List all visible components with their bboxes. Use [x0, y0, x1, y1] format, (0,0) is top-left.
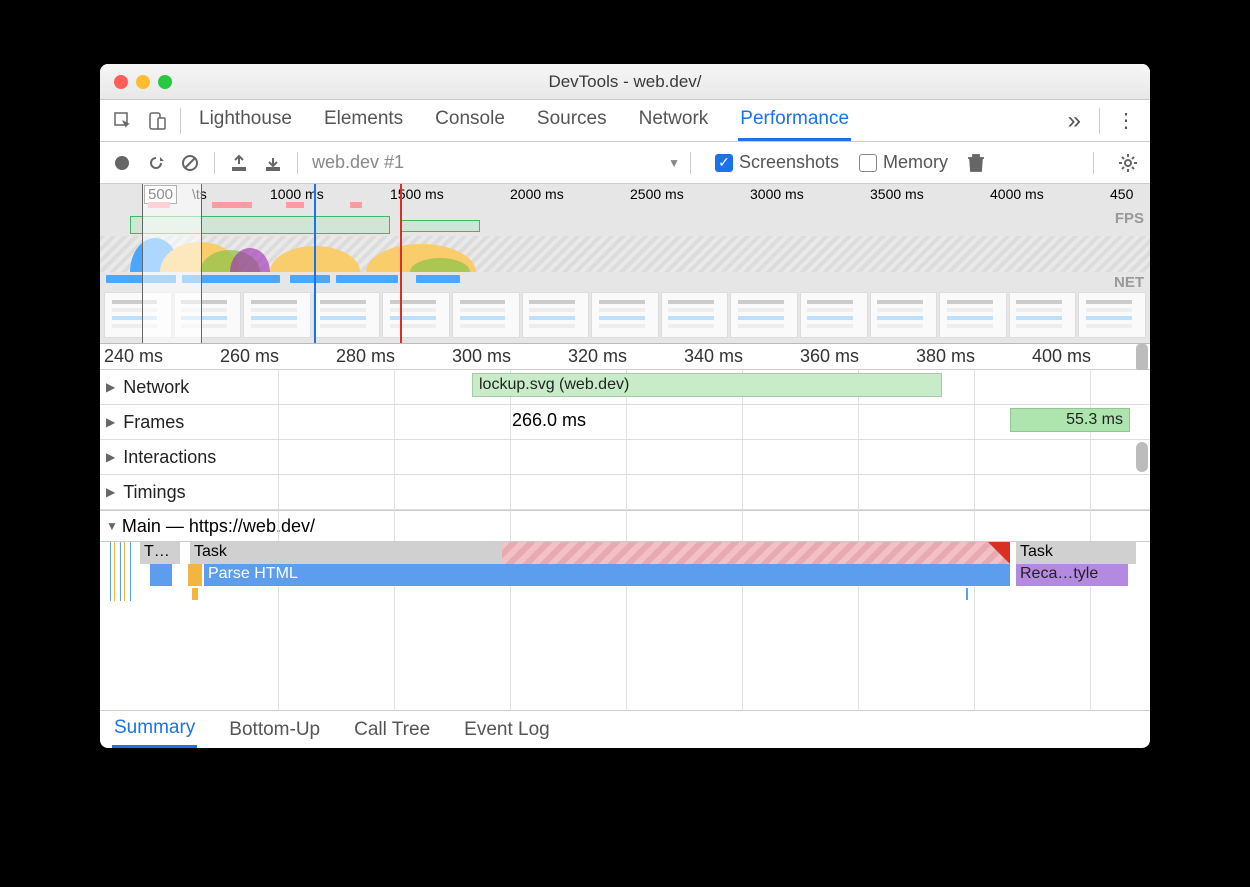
frames-track[interactable]: Frames 266.0 ms 55.3 ms — [100, 405, 1150, 440]
screenshot-filmstrip[interactable] — [104, 292, 1146, 338]
divider — [180, 108, 181, 134]
scrollbar-thumb[interactable] — [1136, 442, 1148, 472]
ruler-tick: 280 ms — [336, 346, 395, 367]
tab-lighthouse[interactable]: Lighthouse — [197, 100, 294, 141]
tab-bottom-up[interactable]: Bottom-Up — [227, 713, 322, 747]
divider — [214, 152, 215, 174]
overview-pane[interactable]: 500 \ts 1000 ms 1500 ms 2000 ms 2500 ms … — [100, 184, 1150, 344]
overview-tick: 2500 ms — [630, 186, 684, 202]
recording-name: web.dev #1 — [312, 152, 404, 173]
checkbox-checked-icon: ✓ — [715, 154, 733, 172]
delete-profile-icon[interactable] — [962, 149, 990, 177]
ruler-tick: 380 ms — [916, 346, 975, 367]
overview-tick: 450 — [1110, 186, 1133, 202]
tab-call-tree[interactable]: Call Tree — [352, 713, 432, 747]
track-label: Frames — [123, 412, 184, 433]
ruler-tick: 300 ms — [452, 346, 511, 367]
task[interactable]: Task — [1016, 542, 1136, 564]
long-task[interactable]: Task — [190, 542, 1010, 564]
overview-tick: 1500 ms — [390, 186, 444, 202]
clear-button[interactable] — [176, 149, 204, 177]
overview-tick: 4000 ms — [990, 186, 1044, 202]
tab-event-log[interactable]: Event Log — [462, 713, 552, 747]
capture-settings-icon[interactable] — [1114, 149, 1142, 177]
record-button[interactable] — [108, 149, 136, 177]
ruler-tick: 340 ms — [684, 346, 743, 367]
dropdown-icon: ▼ — [668, 156, 680, 170]
flamechart-area[interactable]: Network lockup.svg (web.dev) Frames 266.… — [100, 370, 1150, 710]
track-label: Network — [123, 377, 189, 398]
devtools-window: DevTools - web.dev/ Lighthouse Elements … — [100, 64, 1150, 748]
scrollbar-thumb[interactable] — [1136, 343, 1148, 373]
ruler-tick: 400 ms — [1032, 346, 1091, 367]
cpu-chart — [100, 236, 1150, 272]
network-event[interactable]: lockup.svg (web.dev) — [472, 373, 942, 397]
fps-line — [100, 214, 1150, 236]
inspect-element-icon[interactable] — [106, 104, 140, 138]
divider — [297, 152, 298, 174]
parse-html[interactable]: Parse HTML — [204, 564, 1010, 586]
overview-tick: 3000 ms — [750, 186, 804, 202]
task[interactable]: T… — [140, 542, 180, 564]
divider — [1093, 152, 1094, 174]
settings-menu-icon[interactable]: ⋮ — [1106, 108, 1144, 133]
track-label: Interactions — [123, 447, 216, 468]
track-label: Main — https://web.dev/ — [122, 516, 315, 537]
main-flamechart[interactable]: T… Task Task Parse HTML Reca…tyle — [100, 541, 1150, 601]
tab-elements[interactable]: Elements — [322, 100, 405, 141]
details-tabbar: Summary Bottom-Up Call Tree Event Log — [100, 710, 1150, 748]
memory-checkbox[interactable]: Memory — [859, 152, 948, 173]
frame-block[interactable]: 55.3 ms — [1010, 408, 1130, 432]
divider — [1099, 108, 1100, 134]
device-toolbar-icon[interactable] — [140, 104, 174, 138]
detail-ruler[interactable]: 240 ms 260 ms 280 ms 300 ms 320 ms 340 m… — [100, 344, 1150, 370]
interactions-track[interactable]: Interactions — [100, 440, 1150, 475]
ruler-tick: 320 ms — [568, 346, 627, 367]
reload-record-button[interactable] — [142, 149, 170, 177]
load-profile-icon[interactable] — [225, 149, 253, 177]
performance-toolbar: web.dev #1 ▼ ✓ Screenshots Memory — [100, 142, 1150, 184]
script-block[interactable] — [150, 564, 172, 586]
divider — [690, 152, 691, 174]
script-block[interactable] — [188, 564, 202, 586]
panel-tabbar: Lighthouse Elements Console Sources Netw… — [100, 100, 1150, 142]
ruler-tick: 360 ms — [800, 346, 859, 367]
ruler-tick: 240 ms — [104, 346, 163, 367]
main-thread-track[interactable]: Main — https://web.dev/ T… Task Task Par… — [100, 510, 1150, 601]
tab-console[interactable]: Console — [433, 100, 507, 141]
checkbox-unchecked-icon — [859, 154, 877, 172]
frame-duration: 266.0 ms — [512, 410, 586, 431]
recalc-style[interactable]: Reca…tyle — [1016, 564, 1128, 586]
screenshots-label: Screenshots — [739, 152, 839, 173]
overview-tick: 2000 ms — [510, 186, 564, 202]
save-profile-icon[interactable] — [259, 149, 287, 177]
more-tabs-icon[interactable]: » — [1056, 107, 1093, 135]
fps-bars — [100, 202, 1150, 208]
screenshots-checkbox[interactable]: ✓ Screenshots — [715, 152, 839, 173]
network-track[interactable]: Network lockup.svg (web.dev) — [100, 370, 1150, 405]
window-title: DevTools - web.dev/ — [100, 72, 1150, 92]
tab-summary[interactable]: Summary — [112, 711, 197, 748]
marker-line — [314, 184, 316, 343]
marker-line — [400, 184, 402, 343]
overview-tick: 3500 ms — [870, 186, 924, 202]
ruler-tick: 260 ms — [220, 346, 279, 367]
tab-sources[interactable]: Sources — [535, 100, 609, 141]
overview-selection-window[interactable] — [142, 184, 202, 343]
recording-selector[interactable]: web.dev #1 ▼ — [312, 152, 680, 173]
titlebar: DevTools - web.dev/ — [100, 64, 1150, 100]
net-bars — [100, 274, 1150, 284]
tab-network[interactable]: Network — [637, 100, 711, 141]
timings-track[interactable]: Timings — [100, 475, 1150, 510]
tab-performance[interactable]: Performance — [738, 100, 851, 141]
memory-label: Memory — [883, 152, 948, 173]
track-label: Timings — [123, 482, 185, 503]
